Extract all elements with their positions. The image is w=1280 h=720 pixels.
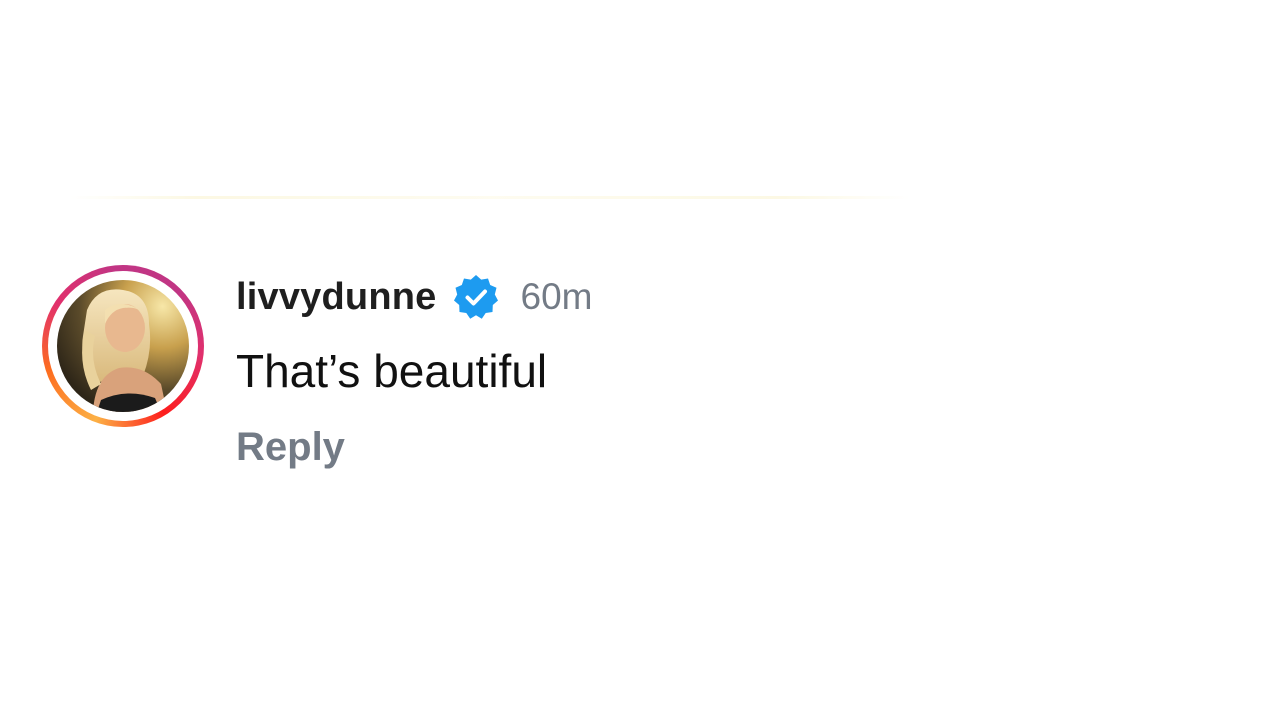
comment-item: livvydunne 60m That’s beautiful Reply — [42, 265, 592, 470]
comment-meta: livvydunne 60m — [236, 265, 592, 329]
comment-text: That’s beautiful — [236, 345, 548, 397]
comment-body: livvydunne 60m That’s beautiful Reply — [236, 265, 592, 470]
avatar[interactable] — [57, 280, 189, 412]
avatar-story-ring[interactable] — [42, 265, 204, 427]
username-link[interactable]: livvydunne — [236, 276, 437, 319]
reply-button[interactable]: Reply — [236, 425, 592, 470]
comment-timestamp: 60m — [520, 276, 593, 317]
comment-view: livvydunne 60m That’s beautiful Reply — [0, 0, 1280, 720]
divider — [70, 196, 910, 199]
verified-badge-icon — [453, 275, 498, 319]
